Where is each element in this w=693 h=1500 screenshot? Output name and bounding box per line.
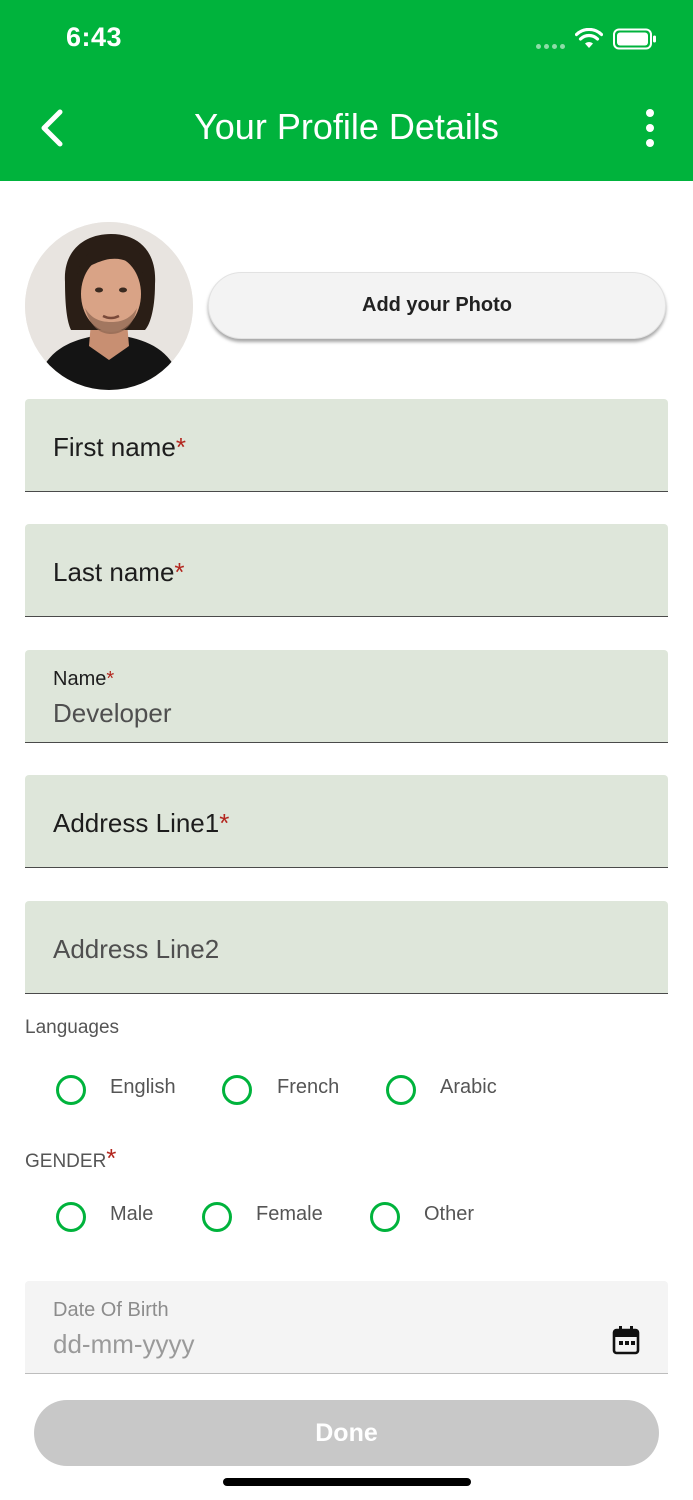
calendar-icon[interactable] (612, 1325, 640, 1355)
radio-label-female: Female (256, 1203, 323, 1225)
radio-label-other: Other (424, 1203, 475, 1225)
page-title: Your Profile Details (194, 106, 499, 147)
wifi-icon (575, 28, 603, 48)
last-name-label: Last name (53, 557, 175, 587)
home-indicator (223, 1478, 471, 1486)
dob-placeholder: dd-mm-yyyy (53, 1329, 195, 1359)
radio-male[interactable] (56, 1202, 86, 1232)
app-header: 6:43 Your Profile Details (0, 0, 693, 181)
add-photo-button[interactable]: Add your Photo (208, 272, 666, 339)
languages-radio-group: English French Arabic (0, 1072, 693, 1112)
radio-label-arabic: Arabic (440, 1076, 497, 1098)
languages-label: Languages (25, 1017, 120, 1038)
status-icons (536, 24, 657, 54)
name-label: Name (53, 668, 107, 690)
more-options-button[interactable] (643, 108, 657, 148)
dob-label: Date Of Birth (53, 1299, 169, 1321)
first-name-field[interactable]: First name* (25, 399, 668, 492)
avatar[interactable] (25, 222, 193, 390)
required-marker: * (106, 668, 115, 690)
required-marker: * (219, 808, 230, 838)
gender-label-text: GENDER (25, 1151, 107, 1172)
address-line2-label: Address Line2 (53, 934, 220, 964)
radio-label-french: French (277, 1076, 340, 1098)
done-button[interactable]: Done (34, 1400, 659, 1466)
required-marker: * (106, 1143, 117, 1173)
signal-icon (536, 29, 565, 49)
radio-other[interactable] (370, 1202, 400, 1232)
status-time: 6:43 (66, 22, 123, 52)
address-line1-label: Address Line1 (53, 808, 220, 838)
address-line2-field[interactable]: Address Line2 (25, 901, 668, 994)
gender-radio-group: Male Female Other (0, 1199, 693, 1239)
radio-french[interactable] (222, 1075, 252, 1105)
battery-icon (613, 28, 656, 50)
last-name-field[interactable]: Last name* (25, 524, 668, 617)
radio-label-english: English (110, 1076, 176, 1098)
name-value: Developer (53, 698, 172, 728)
gender-label: GENDER* (25, 1143, 116, 1174)
radio-label-male: Male (110, 1203, 154, 1225)
required-marker: * (175, 432, 186, 462)
address-line1-field[interactable]: Address Line1* (25, 775, 668, 868)
radio-english[interactable] (56, 1075, 86, 1105)
radio-female[interactable] (202, 1202, 232, 1232)
user-photo (25, 222, 193, 390)
first-name-label: First name (53, 432, 176, 462)
date-of-birth-field[interactable]: Date Of Birth dd-mm-yyyy (25, 1281, 668, 1374)
required-marker: * (174, 557, 185, 587)
name-field[interactable]: Name* Developer (25, 650, 668, 743)
radio-arabic[interactable] (386, 1075, 416, 1105)
